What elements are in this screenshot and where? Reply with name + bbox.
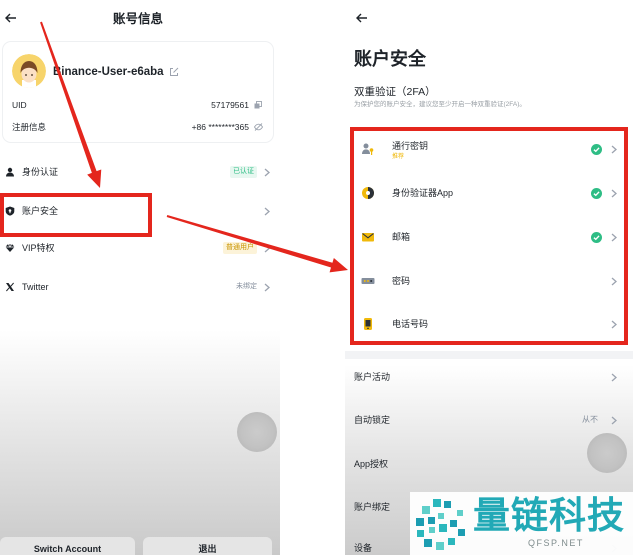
account-info-screen: 账号信息 Binance-User-e6aba UID 57179561 注册信… [0, 0, 280, 555]
floating-button[interactable] [587, 433, 627, 473]
settings-item-label: 自动锁定 [354, 415, 391, 425]
settings-item-label: 设备 [354, 543, 373, 553]
two-factor-note: 为保护您的账户安全，建议您至少开启一种双重验证(2FA)。 [354, 101, 526, 108]
highlight-box-account-security [0, 193, 152, 237]
logout-button[interactable]: 退出 [143, 537, 272, 555]
menu-item-label: VIP特权 [22, 243, 55, 253]
watermark-logo-icon [413, 496, 469, 552]
registration-label: 注册信息 [12, 122, 47, 132]
status-badge: 普通用户 [223, 242, 257, 254]
eye-off-icon[interactable] [254, 123, 263, 131]
highlight-box-two-factor [350, 127, 628, 345]
account-security-screen: 账户安全 双重验证（2FA） 为保护您的账户安全，建议您至少开启一种双重验证(2… [345, 0, 633, 555]
x-logo-icon [5, 282, 15, 292]
chevron-right-icon [264, 244, 270, 253]
menu-item-twitter[interactable]: Twitter 未绑定 [0, 272, 280, 302]
switch-account-button[interactable]: Switch Account [0, 537, 135, 555]
username-row: Binance-User-e6aba [53, 65, 179, 79]
page-title: 账户安全 [354, 49, 426, 69]
floating-button[interactable] [237, 412, 277, 452]
chevron-right-icon [264, 168, 270, 177]
chevron-right-icon [264, 283, 270, 292]
copy-icon[interactable] [254, 101, 262, 109]
arrow-left-icon[interactable] [356, 13, 368, 23]
settings-item-label: 账户绑定 [354, 502, 391, 512]
settings-item-account-activity[interactable]: 账户活动 [345, 370, 633, 384]
settings-item-label: 账户活动 [354, 372, 391, 382]
registration-value: +86 ********365 [191, 122, 249, 132]
vip-icon [5, 243, 15, 253]
profile-card: Binance-User-e6aba UID 57179561 注册信息 +86… [3, 42, 273, 142]
settings-item-auto-lock[interactable]: 自动锁定 从不 [345, 413, 633, 427]
chevron-right-icon [611, 416, 617, 425]
uid-label: UID [12, 100, 27, 110]
chevron-right-icon [611, 373, 617, 382]
chevron-right-icon [264, 207, 270, 216]
watermark-brand: 量链科技 [473, 495, 625, 536]
watermark-domain: QFSP.NET [528, 538, 584, 548]
two-factor-heading: 双重验证（2FA） [354, 86, 436, 98]
section-divider [345, 351, 633, 359]
user-icon [5, 167, 15, 177]
menu-item-label: Twitter [22, 282, 49, 292]
username: Binance-User-e6aba [53, 66, 164, 78]
settings-item-label: App授权 [354, 459, 389, 469]
menu-item-vip[interactable]: VIP特权 普通用户 [0, 233, 280, 263]
menu-item-identity[interactable]: 身份认证 已认证 [0, 157, 280, 187]
menu-item-label: 身份认证 [22, 167, 59, 177]
status-badge: 已认证 [230, 166, 257, 178]
edit-icon[interactable] [169, 67, 179, 77]
page-title: 账号信息 [112, 12, 163, 26]
status-text: 未绑定 [236, 283, 257, 290]
uid-value: 57179561 [211, 100, 249, 110]
settings-item-value: 从不 [582, 415, 598, 424]
avatar-icon[interactable] [12, 54, 46, 88]
